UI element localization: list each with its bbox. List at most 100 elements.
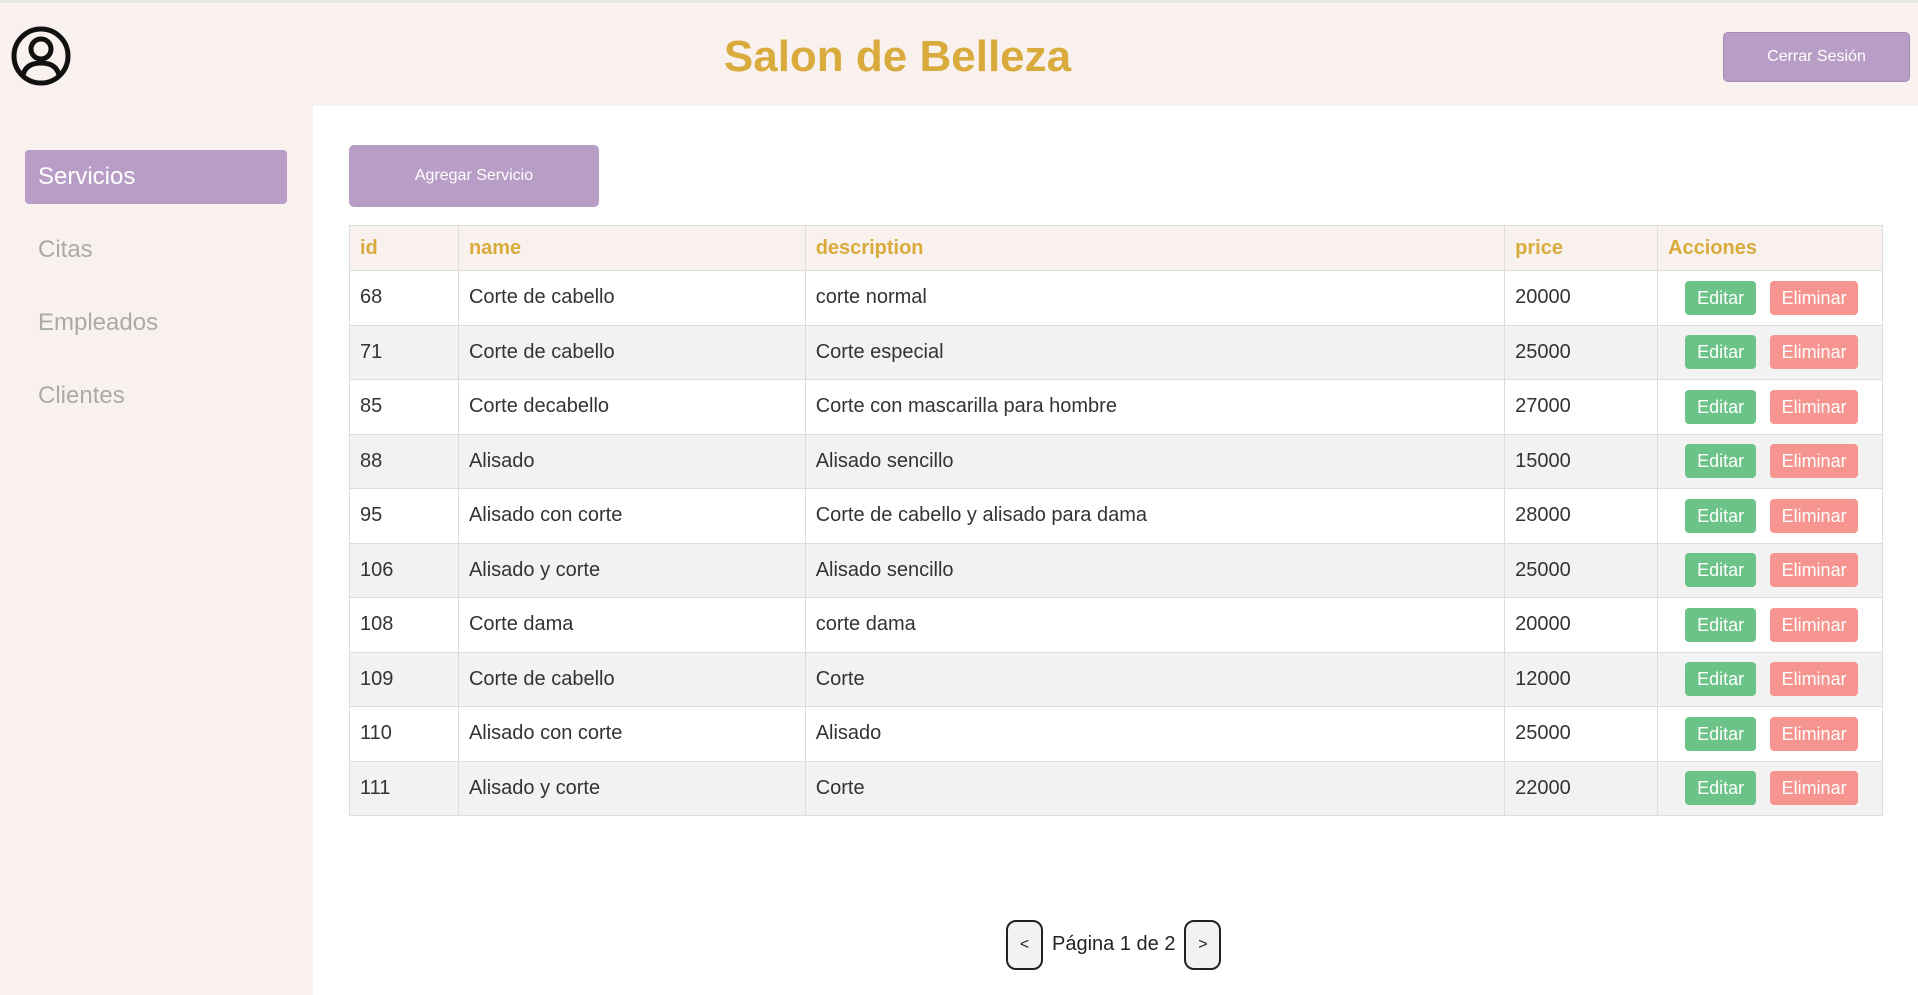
cell-name: Corte de cabello <box>457 324 806 380</box>
table-row: 106 Alisado y corte Alisado sencillo 250… <box>349 542 1883 598</box>
cell-price: 20000 <box>1504 270 1659 326</box>
table-row: 111 Alisado y corte Corte 22000 Editar El… <box>349 760 1883 816</box>
cell-price: 15000 <box>1504 433 1659 489</box>
edit-button[interactable]: Editar <box>1685 553 1757 588</box>
logout-button[interactable]: Cerrar Sesión <box>1723 32 1910 82</box>
cell-id: 110 <box>349 706 459 762</box>
cell-description: Alisado sencillo <box>804 542 1506 598</box>
cell-actions: Editar Eliminar <box>1657 433 1883 489</box>
cell-description: Corte especial <box>804 324 1506 380</box>
next-page-button[interactable]: > <box>1184 919 1222 970</box>
cell-actions: Editar Eliminar <box>1657 651 1883 707</box>
column-header-price: price <box>1504 225 1659 271</box>
sidebar: Servicios Citas Empleados Clientes <box>0 106 313 995</box>
sidebar-item-servicios[interactable]: Servicios <box>25 150 287 204</box>
delete-button[interactable]: Eliminar <box>1770 280 1859 315</box>
cell-price: 25000 <box>1504 706 1659 762</box>
sidebar-item-clientes[interactable]: Clientes <box>25 369 287 423</box>
cell-actions: Editar Eliminar <box>1657 488 1883 544</box>
edit-button[interactable]: Editar <box>1685 389 1757 424</box>
cell-actions: Editar Eliminar <box>1657 597 1883 653</box>
table-row: 68 Corte de cabello corte normal 20000 E… <box>349 270 1883 326</box>
cell-name: Corte dama <box>457 597 806 653</box>
cell-price: 20000 <box>1504 597 1659 653</box>
delete-button[interactable]: Eliminar <box>1770 498 1859 533</box>
cell-price: 27000 <box>1504 379 1659 435</box>
cell-name: Alisado <box>457 433 806 489</box>
cell-actions: Editar Eliminar <box>1657 324 1883 380</box>
cell-price: 12000 <box>1504 651 1659 707</box>
cell-description: Corte con mascarilla para hombre <box>804 379 1506 435</box>
cell-id: 108 <box>349 597 459 653</box>
cell-actions: Editar Eliminar <box>1657 542 1883 598</box>
cell-actions: Editar Eliminar <box>1657 706 1883 762</box>
prev-page-button[interactable]: < <box>1006 919 1043 970</box>
delete-button[interactable]: Eliminar <box>1770 771 1859 806</box>
column-header-description: description <box>804 225 1506 271</box>
cell-id: 68 <box>349 270 459 326</box>
table-row: 71 Corte de cabello Corte especial 25000… <box>349 324 1883 380</box>
cell-description: corte normal <box>804 270 1506 326</box>
cell-id: 85 <box>349 379 459 435</box>
cell-name: Alisado y corte <box>457 760 806 816</box>
edit-button[interactable]: Editar <box>1685 444 1757 479</box>
column-header-name: name <box>457 225 806 271</box>
table-row: 95 Alisado con corte Corte de cabello y … <box>349 488 1883 544</box>
cell-name: Corte de cabello <box>457 651 806 707</box>
delete-button[interactable]: Eliminar <box>1770 444 1859 479</box>
delete-button[interactable]: Eliminar <box>1770 389 1859 424</box>
page-indicator: Página 1 de 2 <box>1052 933 1176 955</box>
header: Salon de Belleza Cerrar Sesión <box>0 3 1918 106</box>
table-row: 88 Alisado Alisado sencillo 15000 Editar… <box>349 433 1883 489</box>
table-row: 85 Corte decabello Corte con mascarilla … <box>349 379 1883 435</box>
cell-price: 22000 <box>1504 760 1659 816</box>
edit-button[interactable]: Editar <box>1685 662 1757 697</box>
cell-actions: Editar Eliminar <box>1657 760 1883 816</box>
edit-button[interactable]: Editar <box>1685 607 1757 642</box>
cell-name: Corte decabello <box>457 379 806 435</box>
cell-name: Alisado con corte <box>457 488 806 544</box>
cell-name: Corte de cabello <box>457 270 806 326</box>
table-row: 108 Corte dama corte dama 20000 Editar El… <box>349 597 1883 653</box>
cell-id: 109 <box>349 651 459 707</box>
edit-button[interactable]: Editar <box>1685 335 1757 370</box>
table-row: 109 Corte de cabello Corte 12000 Editar E… <box>349 651 1883 707</box>
cell-actions: Editar Eliminar <box>1657 379 1883 435</box>
table-row: 110 Alisado con corte Alisado 25000 Edit… <box>349 706 1883 762</box>
cell-actions: Editar Eliminar <box>1657 270 1883 326</box>
cell-price: 28000 <box>1504 488 1659 544</box>
delete-button[interactable]: Eliminar <box>1770 662 1859 697</box>
delete-button[interactable]: Eliminar <box>1770 716 1859 751</box>
cell-description: Corte de cabello y alisado para dama <box>804 488 1506 544</box>
column-header-id: id <box>349 225 459 271</box>
edit-button[interactable]: Editar <box>1685 498 1757 533</box>
cell-name: Alisado con corte <box>457 706 806 762</box>
cell-description: Corte <box>804 651 1506 707</box>
delete-button[interactable]: Eliminar <box>1770 553 1859 588</box>
edit-button[interactable]: Editar <box>1685 771 1757 806</box>
page-title: Salon de Belleza <box>723 32 1072 81</box>
cell-id: 71 <box>349 324 459 380</box>
delete-button[interactable]: Eliminar <box>1770 607 1859 642</box>
cell-description: Alisado <box>804 706 1506 762</box>
add-service-button[interactable]: Agregar Servicio <box>349 145 599 207</box>
cell-description: corte dama <box>804 597 1506 653</box>
sidebar-item-citas[interactable]: Citas <box>25 223 287 277</box>
cell-id: 88 <box>349 433 459 489</box>
cell-description: Corte <box>804 760 1506 816</box>
services-table: id name description price Acciones 68 Co… <box>349 225 1883 816</box>
cell-id: 95 <box>349 488 459 544</box>
cell-price: 25000 <box>1504 542 1659 598</box>
cell-price: 25000 <box>1504 324 1659 380</box>
sidebar-item-empleados[interactable]: Empleados <box>25 296 287 350</box>
table-header-row: id name description price Acciones <box>349 225 1883 271</box>
edit-button[interactable]: Editar <box>1685 280 1757 315</box>
cell-description: Alisado sencillo <box>804 433 1506 489</box>
cell-id: 106 <box>349 542 459 598</box>
edit-button[interactable]: Editar <box>1685 716 1757 751</box>
column-header-actions: Acciones <box>1657 225 1883 271</box>
cell-id: 111 <box>349 760 459 816</box>
delete-button[interactable]: Eliminar <box>1770 335 1859 370</box>
pagination: < Página 1 de 2 > <box>1006 919 1222 970</box>
cell-name: Alisado y corte <box>457 542 806 598</box>
